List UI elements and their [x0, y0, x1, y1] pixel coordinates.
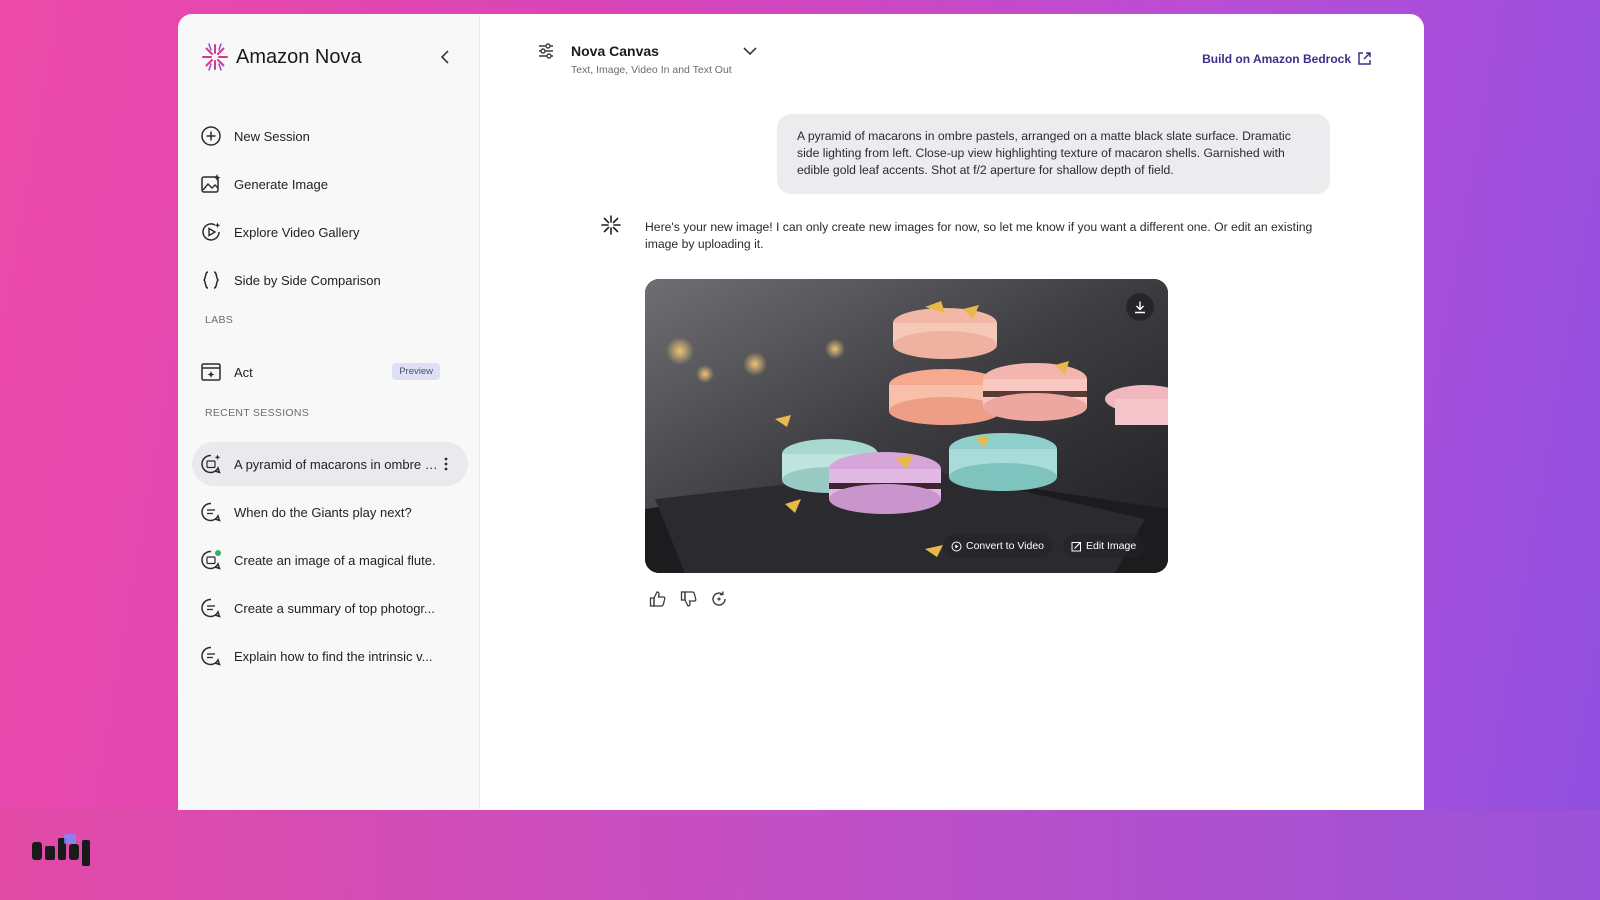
sidebar: Amazon Nova New Session Generate Image E…: [178, 14, 480, 810]
regenerate-icon[interactable]: [710, 590, 728, 608]
chat-main: Nova Canvas Text, Image, Video In and Te…: [480, 14, 1424, 810]
sidebar-item-label: A pyramid of macarons in ombre p...: [234, 456, 438, 472]
recent-session-item[interactable]: Create an image of a magical flute.: [192, 538, 468, 582]
recent-session-item[interactable]: When do the Giants play next?: [192, 490, 468, 534]
preview-badge: Preview: [392, 363, 440, 380]
sidebar-item-new-session[interactable]: New Session: [192, 114, 468, 158]
sidebar-item-label: New Session: [234, 128, 310, 144]
build-on-bedrock-link[interactable]: Build on Amazon Bedrock: [1202, 51, 1372, 66]
sidebar-item-label: Explain how to find the intrinsic v...: [234, 648, 433, 664]
sidebar-item-label: Generate Image: [234, 176, 328, 192]
edit-image-button[interactable]: Edit Image: [1063, 534, 1145, 558]
sidebar-item-generate-image[interactable]: Generate Image: [192, 162, 468, 206]
sidebar-item-label: When do the Giants play next?: [234, 504, 412, 520]
model-subtitle: Text, Image, Video In and Text Out: [571, 64, 732, 76]
nova-logo-icon: [202, 43, 228, 71]
convert-to-video-button[interactable]: Convert to Video: [943, 534, 1053, 558]
braces-icon: [202, 271, 220, 289]
sliders-settings-icon[interactable]: [537, 42, 555, 60]
chevron-down-icon[interactable]: [741, 44, 759, 58]
assistant-message: Here's your new image! I can only create…: [645, 220, 1313, 251]
download-icon: [1135, 301, 1145, 314]
sidebar-item-act[interactable]: Act Preview: [192, 350, 468, 394]
sidebar-item-side-by-side-comparison[interactable]: Side by Side Comparison: [192, 258, 468, 302]
macarons-photo: [645, 279, 1168, 573]
app-window: Amazon Nova New Session Generate Image E…: [178, 14, 1424, 810]
chat-bubble-icon: [201, 646, 221, 666]
chat-bubble-icon: [201, 598, 221, 618]
external-link-icon: [1358, 52, 1371, 65]
sidebar-item-label: Explore Video Gallery: [234, 224, 360, 240]
image-chat-icon: [201, 550, 221, 570]
brand-name: Amazon Nova: [236, 45, 362, 68]
sidebar-item-label: Act: [234, 364, 253, 380]
bedrock-link-label: Build on Amazon Bedrock: [1202, 51, 1351, 66]
background-band: [0, 810, 1600, 900]
edit-image-label: Edit Image: [1086, 540, 1137, 552]
sidebar-item-label: Create an image of a magical flute.: [234, 552, 436, 568]
model-name[interactable]: Nova Canvas: [571, 43, 659, 59]
recent-sessions-title: RECENT SESSIONS: [205, 407, 310, 419]
thumbs-up-icon[interactable]: [649, 590, 667, 608]
recent-session-item[interactable]: A pyramid of macarons in ombre p...: [192, 442, 468, 486]
nova-assistant-icon: [601, 215, 621, 235]
generated-image-card[interactable]: Convert to Video Edit Image: [645, 279, 1168, 573]
sidebar-item-label: Create a summary of top photogr...: [234, 600, 435, 616]
sidebar-item-explore-video-gallery[interactable]: Explore Video Gallery: [192, 210, 468, 254]
labs-section-title: LABS: [205, 314, 234, 326]
browser-window-icon: [201, 363, 221, 381]
recent-session-item[interactable]: Create a summary of top photogr...: [192, 586, 468, 630]
sidebar-item-label: Side by Side Comparison: [234, 272, 381, 288]
edit-pencil-icon: [1071, 541, 1081, 551]
more-options-icon[interactable]: [438, 455, 454, 473]
collapse-sidebar-icon[interactable]: [436, 48, 454, 66]
image-sparkle-icon: [201, 174, 221, 193]
brand[interactable]: Amazon Nova: [200, 42, 362, 72]
thumbs-down-icon[interactable]: [680, 590, 698, 608]
download-button[interactable]: [1126, 293, 1154, 321]
video-play-icon: [202, 222, 221, 241]
recent-session-item[interactable]: Explain how to find the intrinsic v...: [192, 634, 468, 678]
chat-bubble-icon: [201, 502, 221, 522]
user-message: A pyramid of macarons in ombre pastels, …: [777, 114, 1330, 194]
convert-to-video-label: Convert to Video: [966, 540, 1045, 552]
play-circle-icon: [951, 541, 962, 551]
plus-circle-icon: [201, 126, 221, 146]
watermark-logo: [32, 834, 90, 866]
image-chat-icon: [201, 454, 221, 474]
